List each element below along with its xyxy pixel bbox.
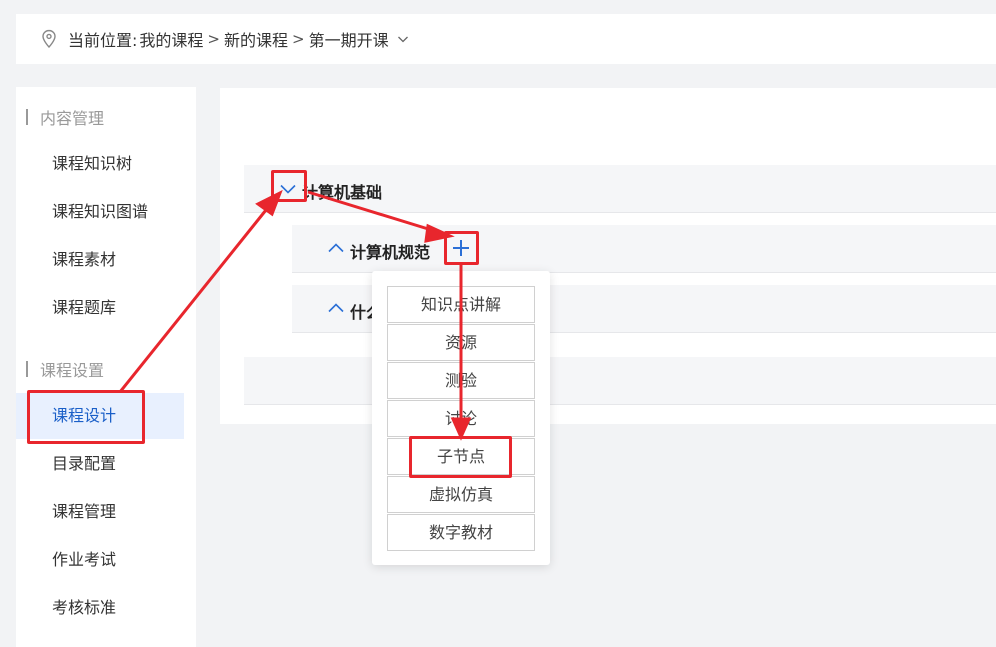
menu-item-digital-textbook[interactable]: 数字教材 bbox=[387, 514, 535, 551]
add-node-popup-menu: 知识点讲解 资源 测验 讨论 子节点 虚拟仿真 数字教材 bbox=[372, 271, 550, 565]
sidebar-item-materials[interactable]: 课程素材 bbox=[16, 237, 184, 283]
annotation-box-course-design bbox=[27, 390, 145, 444]
annotation-box-plus bbox=[444, 231, 479, 265]
breadcrumb-separator: > bbox=[292, 30, 305, 48]
tree-node-root-label: 计算机基础 bbox=[302, 183, 383, 202]
sidebar-section-title-content: 内容管理 bbox=[26, 105, 104, 129]
sidebar-item-assessment[interactable]: 考核标准 bbox=[16, 585, 184, 631]
menu-item-discussion[interactable]: 讨论 bbox=[387, 400, 535, 437]
sidebar-section-title-settings: 课程设置 bbox=[26, 357, 104, 381]
tree-node-root[interactable]: 计算机基础 bbox=[244, 165, 996, 213]
menu-item-virtual-simulation[interactable]: 虚拟仿真 bbox=[387, 476, 535, 513]
breadcrumb-item-my-courses[interactable]: 我的课程 bbox=[139, 27, 203, 51]
breadcrumb-separator: > bbox=[207, 30, 220, 48]
menu-item-resource[interactable]: 资源 bbox=[387, 324, 535, 361]
breadcrumb-prefix: 当前位置: bbox=[68, 31, 138, 50]
sidebar: 内容管理 课程知识树 课程知识图谱 课程素材 课程题库 课程设置 课程设计 目录… bbox=[16, 87, 196, 647]
menu-item-knowledge-lecture[interactable]: 知识点讲解 bbox=[387, 286, 535, 323]
section-title-label: 课程设置 bbox=[40, 361, 105, 380]
tree-node-child-1[interactable]: 计算机规范 bbox=[292, 225, 996, 273]
section-bar bbox=[26, 109, 28, 125]
tree-node-empty-row bbox=[244, 357, 996, 405]
sidebar-item-homework-exam[interactable]: 作业考试 bbox=[16, 537, 184, 583]
tree-node-child-1-label: 计算机规范 bbox=[350, 243, 431, 262]
chevron-up-icon[interactable] bbox=[328, 300, 344, 316]
breadcrumb-item-term[interactable]: 第一期开课 bbox=[309, 27, 389, 51]
chevron-down-icon[interactable] bbox=[397, 33, 409, 45]
section-bar bbox=[26, 361, 28, 377]
sidebar-item-catalog-config[interactable]: 目录配置 bbox=[16, 441, 184, 487]
menu-item-quiz[interactable]: 测验 bbox=[387, 362, 535, 399]
sidebar-item-knowledge-graph[interactable]: 课程知识图谱 bbox=[16, 189, 184, 235]
annotation-box-expand-chevron bbox=[271, 170, 307, 202]
breadcrumb: 当前位置: 我的课程 > 新的课程 > 第一期开课 bbox=[16, 14, 996, 64]
chevron-up-icon[interactable] bbox=[328, 240, 344, 256]
sidebar-item-course-management[interactable]: 课程管理 bbox=[16, 489, 184, 535]
sidebar-item-question-bank[interactable]: 课程题库 bbox=[16, 285, 184, 331]
breadcrumb-item-new-course[interactable]: 新的课程 bbox=[224, 27, 288, 51]
sidebar-item-knowledge-tree[interactable]: 课程知识树 bbox=[16, 141, 184, 187]
annotation-box-child-node bbox=[409, 436, 512, 478]
section-title-label: 内容管理 bbox=[40, 109, 105, 128]
location-pin-icon bbox=[42, 29, 56, 49]
